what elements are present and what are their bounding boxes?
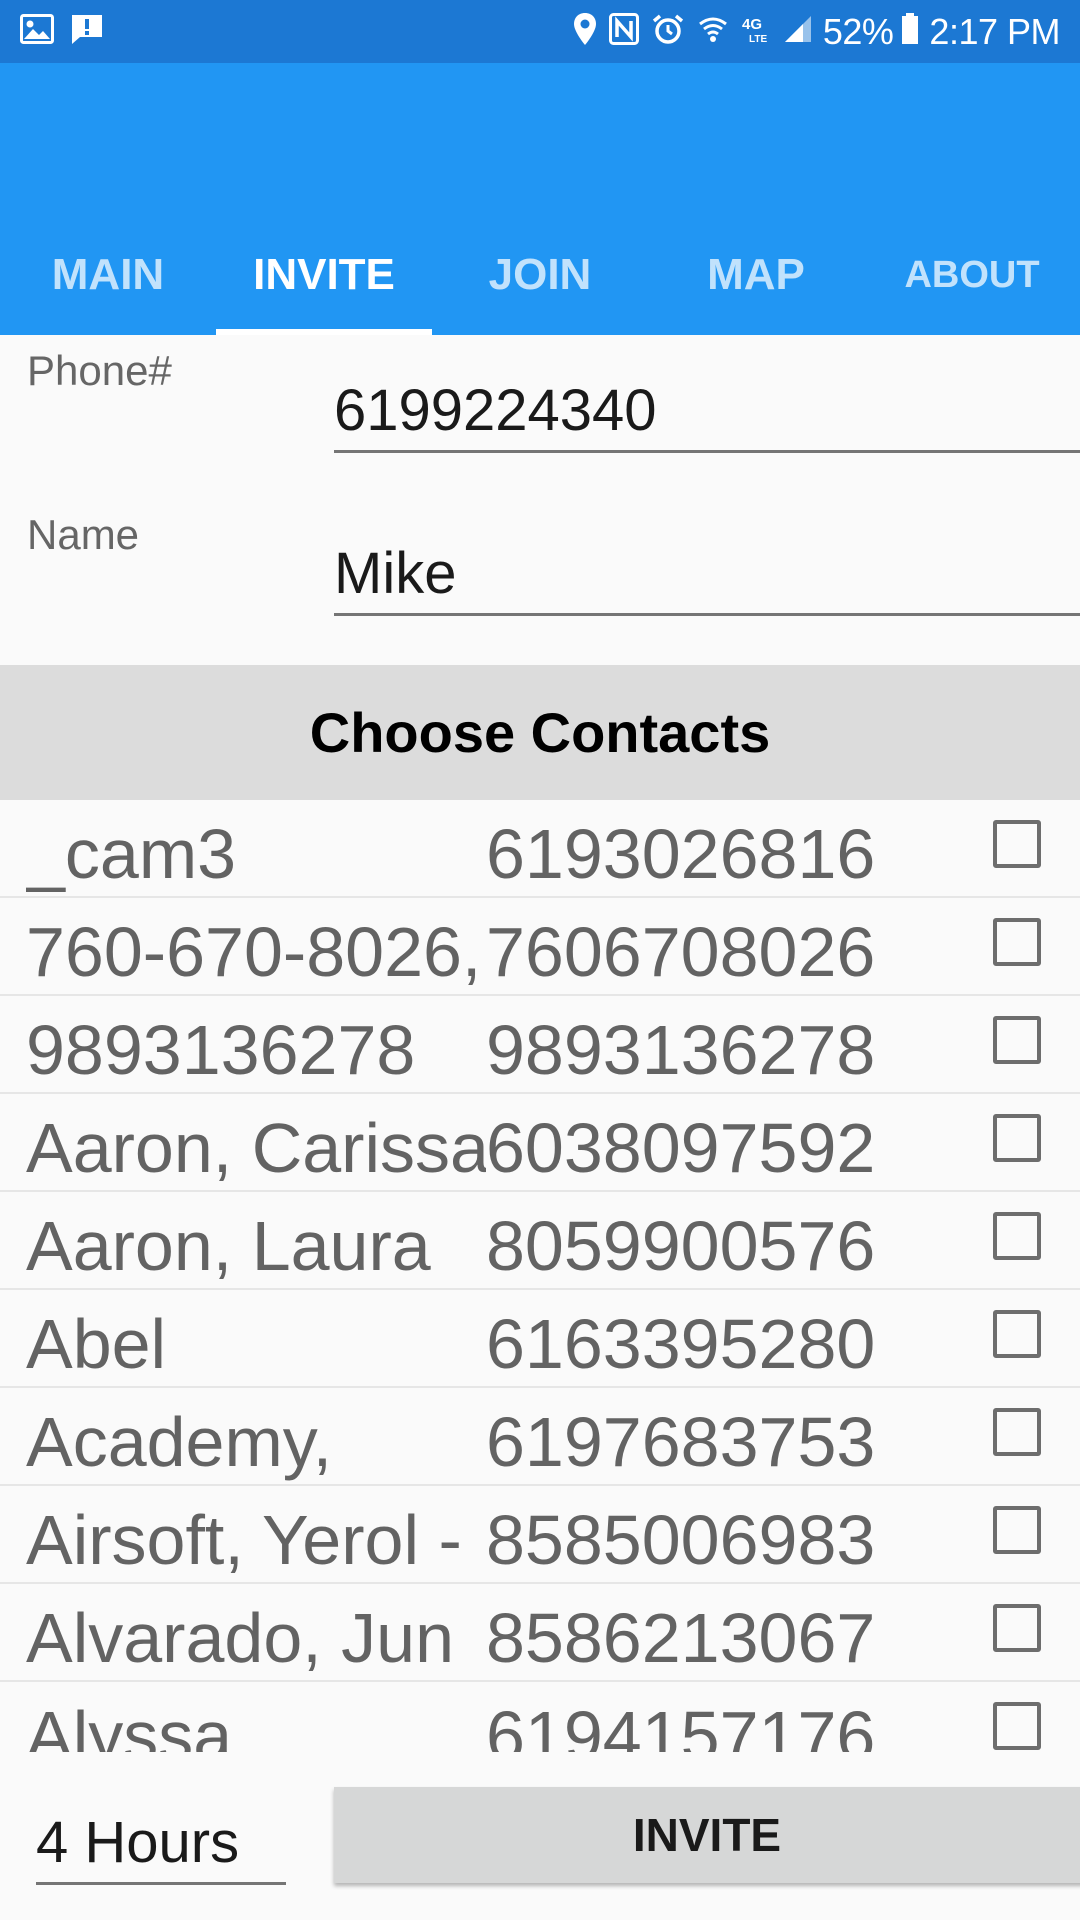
phone-input[interactable] <box>334 370 1080 453</box>
contact-row[interactable]: _cam3 6193026816 <box>0 800 1080 898</box>
contact-phone: 8585006983 <box>486 1501 876 1579</box>
invite-button[interactable]: INVITE <box>334 1787 1080 1883</box>
contact-phone: 8586213067 <box>486 1599 876 1677</box>
contact-name: _cam3 <box>26 815 237 893</box>
tab-invite[interactable]: INVITE <box>216 215 432 335</box>
contact-row[interactable]: Academy, 6197683753 <box>0 1388 1080 1486</box>
contact-row[interactable]: Aaron, Laura 8059900576 <box>0 1192 1080 1290</box>
choose-contacts-header: Choose Contacts <box>0 665 1080 800</box>
location-icon <box>573 12 597 51</box>
contact-checkbox[interactable] <box>993 1702 1041 1750</box>
contact-row[interactable]: Abel 6163395280 <box>0 1290 1080 1388</box>
tab-main[interactable]: MAIN <box>0 215 216 335</box>
contact-checkbox[interactable] <box>993 1408 1041 1456</box>
tab-bar: MAIN INVITE JOIN MAP ABOUT <box>0 215 1080 335</box>
contact-name: Academy, <box>26 1403 333 1481</box>
contact-row[interactable]: Alvarado, Jun 8586213067 <box>0 1584 1080 1682</box>
contact-list[interactable]: _cam3 6193026816 760-670-8026, 760670802… <box>0 800 1080 1752</box>
app-bar: MAIN INVITE JOIN MAP ABOUT <box>0 63 1080 335</box>
alarm-icon <box>651 13 685 50</box>
contact-phone: 6197683753 <box>486 1403 876 1481</box>
contact-checkbox[interactable] <box>993 1604 1041 1652</box>
duration-field[interactable]: 4 Hours <box>36 1800 286 1885</box>
wifi-icon <box>697 13 729 50</box>
contact-phone: 6194157176 <box>486 1697 876 1752</box>
tab-about[interactable]: ABOUT <box>864 215 1080 335</box>
contact-name: Aaron, Carissa <box>26 1109 486 1187</box>
contact-name: Airsoft, Yerol - <box>26 1501 462 1579</box>
contact-row[interactable]: Airsoft, Yerol - 8585006983 <box>0 1486 1080 1584</box>
clock-time: 2:17 PM <box>929 10 1060 52</box>
status-bar-right: 4G LTE 52% 2:17 PM <box>561 11 1060 53</box>
contact-checkbox[interactable] <box>993 918 1041 966</box>
contact-checkbox[interactable] <box>993 1114 1041 1162</box>
svg-text:4G: 4G <box>742 16 762 33</box>
contact-checkbox[interactable] <box>993 1212 1041 1260</box>
contact-checkbox[interactable] <box>993 1506 1041 1554</box>
contact-checkbox[interactable] <box>993 820 1041 868</box>
contact-row[interactable]: Aaron, Carissa 6038097592 <box>0 1094 1080 1192</box>
contact-name: 9893136278 <box>26 1011 416 1089</box>
contact-phone: 8059900576 <box>486 1207 876 1285</box>
alert-message-icon <box>70 13 104 50</box>
contact-name: Abel <box>26 1305 167 1383</box>
contact-name: Alvarado, Jun <box>26 1599 455 1677</box>
phone-label: Phone# <box>27 347 172 394</box>
name-label: Name <box>27 511 140 558</box>
tab-map[interactable]: MAP <box>648 215 864 335</box>
contact-phone: 6163395280 <box>486 1305 876 1383</box>
contact-row[interactable]: Alyssa 6194157176 <box>0 1682 1080 1752</box>
battery-percent: 52% <box>822 10 894 52</box>
lte-icon: 4G LTE <box>741 14 771 49</box>
contact-phone: 7606708026 <box>486 913 876 991</box>
nfc-icon <box>608 13 639 50</box>
signal-icon <box>783 14 813 49</box>
status-bar-left <box>20 13 120 50</box>
contact-name: Alyssa <box>26 1697 233 1752</box>
image-icon <box>20 14 54 49</box>
contact-phone: 6038097592 <box>486 1109 876 1187</box>
contact-phone: 6193026816 <box>486 815 876 893</box>
contact-row[interactable]: 9893136278 9893136278 <box>0 996 1080 1094</box>
status-bar: 4G LTE 52% 2:17 PM <box>0 0 1080 63</box>
contact-name: Aaron, Laura <box>26 1207 431 1285</box>
battery-icon <box>901 13 919 50</box>
contact-checkbox[interactable] <box>993 1016 1041 1064</box>
contact-name: 760-670-8026, <box>26 913 482 991</box>
contact-row[interactable]: 760-670-8026, 7606708026 <box>0 898 1080 996</box>
tab-join[interactable]: JOIN <box>432 215 648 335</box>
contact-checkbox[interactable] <box>993 1310 1041 1358</box>
name-input[interactable] <box>334 533 1080 616</box>
svg-text:LTE: LTE <box>749 34 767 44</box>
contact-phone: 9893136278 <box>486 1011 876 1089</box>
